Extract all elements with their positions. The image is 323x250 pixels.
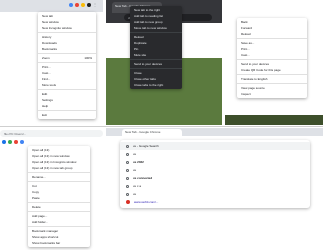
omnibox-input[interactable]: ve - Google Search [120,142,310,150]
zoom-level: 100% [84,56,92,60]
menu-divider [28,211,90,212]
search-icon [126,152,129,156]
menu-item-show-bookmarks-bar[interactable]: Show bookmarks bar [28,240,90,246]
menu-item-delete[interactable]: Delete [28,204,90,210]
menu-item-bookmarks[interactable]: Bookmarks [38,46,96,52]
menu-divider [38,62,96,63]
browser-tab[interactable]: New Tab - Google Chrome [122,129,182,136]
menu-item-open-all-group[interactable]: Open all (13) in new tab group [28,165,90,171]
panel-top-left: ⋮ New tab New window New Incognito windo… [0,0,103,125]
bookmark-icon[interactable] [8,140,12,144]
page-context-menu: Back Forward Reload Save as... Print... … [237,18,307,98]
url-field[interactable]: file:///C:/Users/... [0,130,103,137]
menu-item-rename[interactable]: Rename... [28,174,90,180]
menu-divider [38,53,96,54]
menu-divider [130,59,182,60]
panel-bottom-right: New Tab - Google Chrome ve - Google Sear… [106,128,323,250]
suggestion-row[interactable]: ve [120,166,310,174]
menu-item-new-incognito[interactable]: New Incognito window [38,25,96,31]
menu-divider [237,38,307,39]
menu-item-mute[interactable]: Mute site [130,52,182,58]
menu-item-reload[interactable]: Reload [237,31,307,37]
bookmarks-bar-context-menu: Open all (13) Open all (13) in new windo… [28,146,90,247]
menu-item-close-right[interactable]: Close tabs to the right [130,82,182,88]
suggestion-row[interactable]: ve c a [120,182,310,190]
extension-icon[interactable] [75,3,79,7]
search-icon [126,176,129,180]
menu-item-move-window[interactable]: Move tab to new window [130,25,182,31]
suggestion-row[interactable]: ve 2022 [120,158,310,166]
menu-divider [130,32,182,33]
bookmark-icon[interactable] [14,140,18,144]
menu-divider [28,202,90,203]
search-icon [126,160,129,164]
suggestion-row[interactable]: ve [120,150,310,158]
tab-context-menu: New tab to the right Add tab to reading … [130,6,182,89]
menu-item-cast[interactable]: Cast... [237,52,307,58]
kebab-menu-icon[interactable]: ⋮ [93,3,97,7]
menu-divider [28,172,90,173]
panel-bottom-left: file:///C:/Users/... Open all (13) Open … [0,128,103,250]
menu-item-more-tools[interactable]: More tools [38,82,96,88]
chrome-app-menu: New tab New window New Incognito window … [38,12,96,119]
menu-divider [237,59,307,60]
suggestion-row[interactable]: ve [120,190,310,198]
suggestion-row[interactable]: ve connected [120,174,310,182]
profile-avatar-icon[interactable] [87,3,91,7]
menu-item-exit[interactable]: Exit [38,112,96,118]
menu-item-qr-code[interactable]: Create QR Code for this page [237,67,307,73]
menu-divider [38,89,96,90]
menu-item-help[interactable]: Help [38,103,96,109]
extension-icon[interactable] [81,3,85,7]
menu-item-translate[interactable]: Translate to English [237,76,307,82]
row-divider [0,126,323,127]
menu-item-add-folder[interactable]: Add folder... [28,219,90,225]
omnibox-dropdown: ve - Google Search ve ve 2022 ve ve conn… [120,140,310,208]
menu-divider [28,181,90,182]
menu-divider [28,226,90,227]
menu-item-paste[interactable]: Paste [28,195,90,201]
menu-divider [130,68,182,69]
menu-divider [38,32,96,33]
menu-divider [237,74,307,75]
bookmarks-bar [0,139,103,145]
suggestion-link-row[interactable]: www.verbit.com/... [120,198,310,206]
site-favicon-icon [126,200,130,204]
search-icon [126,184,129,188]
address-bar: file:///C:/Users/... [0,130,103,138]
search-icon [126,144,129,148]
bookmark-icon[interactable] [20,140,24,144]
menu-item-zoom[interactable]: Zoom 100% [38,55,96,61]
extension-icon[interactable] [69,3,73,7]
toolbar-icons: ⋮ [69,3,97,7]
menu-divider [38,110,96,111]
menu-item-inspect[interactable]: Inspect [237,91,307,97]
panel-top-right: Back Forward Reload Save as... Print... … [225,0,323,125]
panel-top-middle: New Tab - Google Chrome chrome://tabstri… [106,0,222,125]
menu-item-send-devices[interactable]: Send to your devices [130,61,182,67]
bookmark-icon[interactable] [2,140,6,144]
search-icon [126,168,129,172]
menu-divider [237,83,307,84]
search-icon [126,192,129,196]
